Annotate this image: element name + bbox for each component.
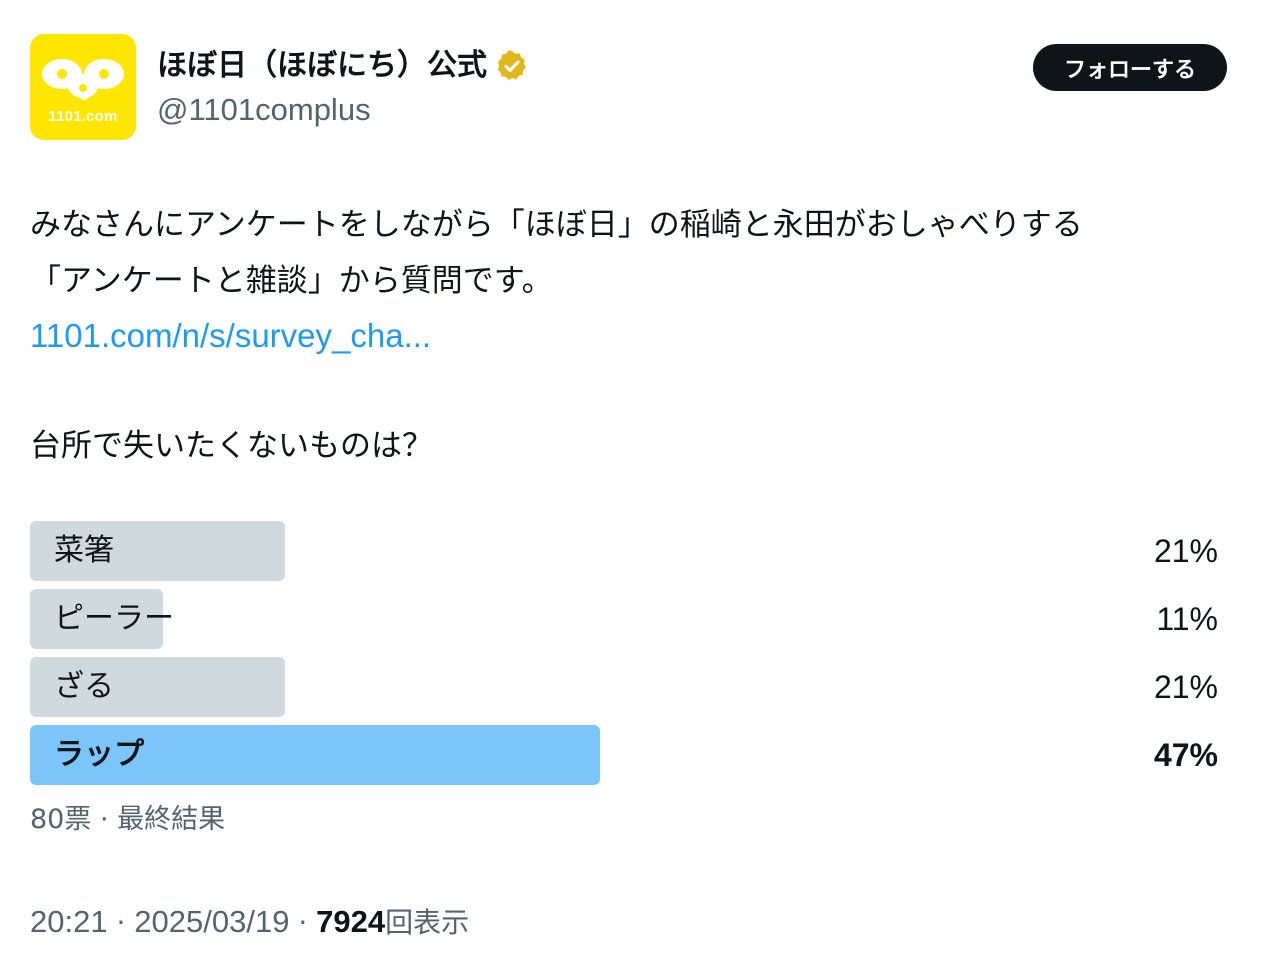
- poll-option-label: 菜箸: [54, 533, 114, 568]
- poll-summary: 80票 · 最終結果: [30, 804, 226, 835]
- tweet-link[interactable]: 1101.com/n/s/survey_cha...: [30, 314, 431, 358]
- tweet-card: 1101.com ほぼ日（ほぼにち）公式 @1101complus フォローする…: [0, 0, 1281, 959]
- poll-option-label: ラップ: [54, 737, 144, 772]
- poll-option-percent: 47%: [1153, 737, 1218, 773]
- tweet-time[interactable]: 20:21: [30, 904, 108, 939]
- view-label: 回表示: [385, 906, 470, 939]
- poll-option-label: ピーラー: [54, 601, 174, 636]
- poll-status: 最終結果: [117, 804, 226, 835]
- account-name-row: ほぼ日（ほぼにち）公式: [157, 44, 529, 88]
- poll-option-percent: 11%: [1156, 601, 1218, 637]
- avatar[interactable]: 1101.com: [30, 34, 136, 140]
- poll-option: 菜箸 21%: [30, 521, 1220, 581]
- tweet-text-line-1: みなさんにアンケートをしながら「ほぼ日」の稲崎と永田がおしゃべりする: [30, 207, 1083, 243]
- poll-option-percent: 21%: [1153, 669, 1218, 705]
- avatar-logo-text: 1101.com: [48, 108, 118, 125]
- poll-option: ピーラー 11%: [30, 589, 1220, 649]
- tweet-text-line-2: 「アンケートと雑談」から質問です。: [30, 263, 553, 299]
- poll-option: ラップ 47%: [30, 725, 1220, 785]
- poll-option-percent: 21%: [1153, 533, 1218, 569]
- verified-badge-icon: [497, 50, 526, 80]
- display-name[interactable]: ほぼ日（ほぼにち）公式: [157, 44, 487, 88]
- poll-option-label: ざる: [54, 669, 114, 704]
- tweet-meta: 20:21 · 2025/03/19 · 7924回表示: [30, 904, 470, 939]
- view-count: 7924: [316, 904, 386, 939]
- poll-option: ざる 21%: [30, 657, 1220, 717]
- follow-button[interactable]: フォローする: [1033, 44, 1227, 91]
- poll-vote-count: 80票: [30, 804, 92, 835]
- poll-question: 台所で失いたくないものは？: [30, 428, 433, 464]
- account-handle[interactable]: @1101complus: [157, 90, 371, 130]
- tweet-date[interactable]: 2025/03/19: [134, 904, 289, 939]
